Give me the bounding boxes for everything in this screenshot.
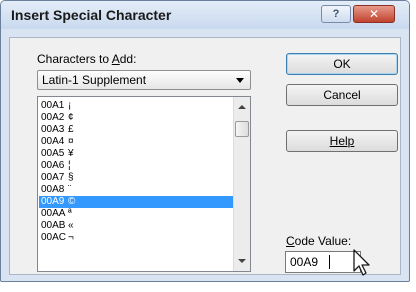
code-value-label: Code Value: [286, 234, 351, 248]
list-item[interactable]: 00A4 ¤ [39, 136, 233, 148]
code-value-input[interactable]: 00A9 [285, 251, 361, 273]
char-glyph: ª [68, 208, 72, 219]
char-code: 00A2 [41, 112, 65, 123]
title-bar[interactable]: Insert Special Character ? ✕ [1, 1, 409, 29]
char-glyph: ¨ [68, 184, 72, 195]
char-code: 00A9 [41, 196, 65, 207]
scrollbar-thumb[interactable] [235, 121, 249, 137]
list-item[interactable]: 00A1 ¡ [39, 100, 233, 112]
char-code: 00A3 [41, 124, 65, 135]
char-code: 00A4 [41, 136, 65, 147]
list-item[interactable]: 00A5 ¥ [39, 148, 233, 160]
character-set-dropdown[interactable]: Latin-1 Supplement [37, 70, 251, 90]
char-glyph: ¥ [68, 148, 74, 159]
char-code: 00A5 [41, 148, 65, 159]
char-code: 00AB [41, 220, 66, 231]
window-title: Insert Special Character [11, 7, 172, 23]
char-glyph: ¦ [68, 160, 71, 171]
chevron-down-icon [236, 78, 244, 83]
char-code: 00A1 [41, 100, 65, 111]
char-glyph: £ [68, 124, 74, 135]
list-item[interactable]: 00AA ª [39, 208, 233, 220]
character-set-selected: Latin-1 Supplement [42, 73, 147, 87]
code-value-text: 00A9 [290, 255, 319, 269]
label-accelerator: C [286, 234, 295, 248]
list-item[interactable]: 00AC ¬ [39, 232, 233, 244]
titlebar-help-button[interactable]: ? [321, 5, 351, 23]
vertical-scrollbar[interactable] [233, 97, 250, 271]
char-code: 00AA [41, 208, 66, 219]
insert-special-character-dialog: Insert Special Character ? ✕ Characters … [0, 0, 410, 282]
char-glyph: « [68, 220, 74, 231]
list-item[interactable]: 00A2 ¢ [39, 112, 233, 124]
char-glyph: ¢ [68, 112, 74, 123]
char-glyph: © [68, 196, 76, 207]
characters-to-add-label: Characters to Add: [37, 52, 136, 66]
character-listbox[interactable]: 00AC ¬ 00AB «00AA ª 00A9 © 00A8 ¨ 00A7 § 00A6 ¦ 00A5 ¥… [37, 96, 251, 272]
text-caret [329, 255, 330, 269]
help-label: Help [329, 134, 355, 148]
char-glyph: § [68, 172, 74, 183]
list-item[interactable]: 00A7 § [39, 172, 233, 184]
dialog-body: Characters to Add: Latin-1 Supplement 00… [9, 37, 401, 275]
mouse-pointer-icon [353, 249, 370, 276]
char-code: 00A7 [41, 172, 65, 183]
scroll-down-arrow-icon[interactable] [238, 259, 246, 263]
titlebar-close-button[interactable]: ✕ [353, 5, 395, 23]
label-accelerator: A [111, 52, 120, 66]
list-item[interactable]: 00AB « [39, 220, 233, 232]
char-glyph: ¤ [68, 136, 74, 147]
char-code: 00AC [41, 232, 67, 243]
label-part: dd: [119, 52, 137, 66]
char-glyph: ¬ [68, 232, 74, 243]
help-button[interactable]: Help [286, 130, 398, 152]
scroll-up-arrow-icon[interactable] [238, 105, 246, 109]
cancel-button[interactable]: Cancel [286, 84, 398, 106]
char-code: 00A6 [41, 160, 65, 171]
label-part: Characters to [37, 52, 112, 66]
ok-button[interactable]: OK [286, 53, 398, 75]
label-part: ode Value: [294, 234, 352, 248]
list-item[interactable]: 00A3 £ [39, 124, 233, 136]
char-glyph: ¡ [68, 100, 72, 111]
char-code: 00A8 [41, 184, 65, 195]
list-item[interactable]: 00A8 ¨ [39, 184, 233, 196]
list-item[interactable]: 00A9 © [39, 196, 233, 208]
list-item[interactable]: 00A6 ¦ [39, 160, 233, 172]
